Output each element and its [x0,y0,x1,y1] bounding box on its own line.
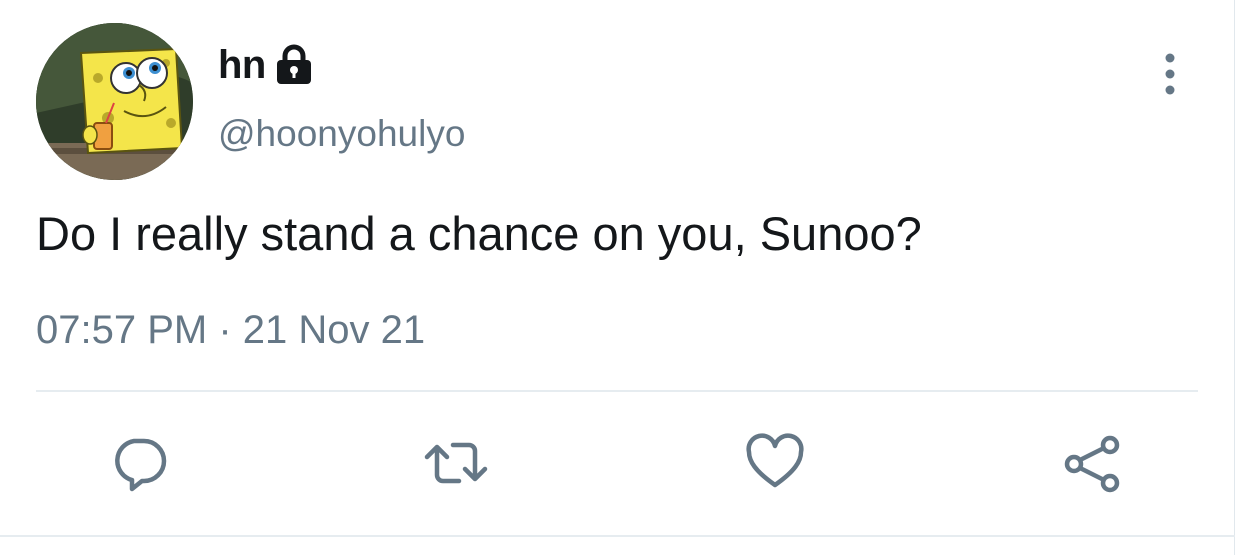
share-icon [1064,435,1120,493]
retweet-button[interactable] [421,428,491,498]
tweet-card: hn @hoonyohulyo Do I really stand a chan… [0,0,1235,555]
share-button[interactable] [1058,428,1128,498]
bottom-divider [0,535,1235,537]
heart-icon [746,433,804,488]
display-name[interactable]: hn [218,43,266,88]
tweet-timestamp[interactable]: 07:57 PM · 21 Nov 21 [36,308,425,353]
retweet-icon [424,442,488,484]
avatar[interactable] [36,23,193,180]
display-name-row: hn [218,40,314,90]
reply-button[interactable] [105,428,175,498]
like-button[interactable] [740,428,810,498]
user-handle[interactable]: @hoonyohulyo [218,113,465,155]
more-options-icon[interactable] [1150,50,1190,100]
lock-icon [274,44,314,86]
avatar-image [36,23,193,180]
divider [36,390,1198,392]
reply-icon [115,438,167,492]
tweet-text: Do I really stand a chance on you, Sunoo… [36,207,922,260]
